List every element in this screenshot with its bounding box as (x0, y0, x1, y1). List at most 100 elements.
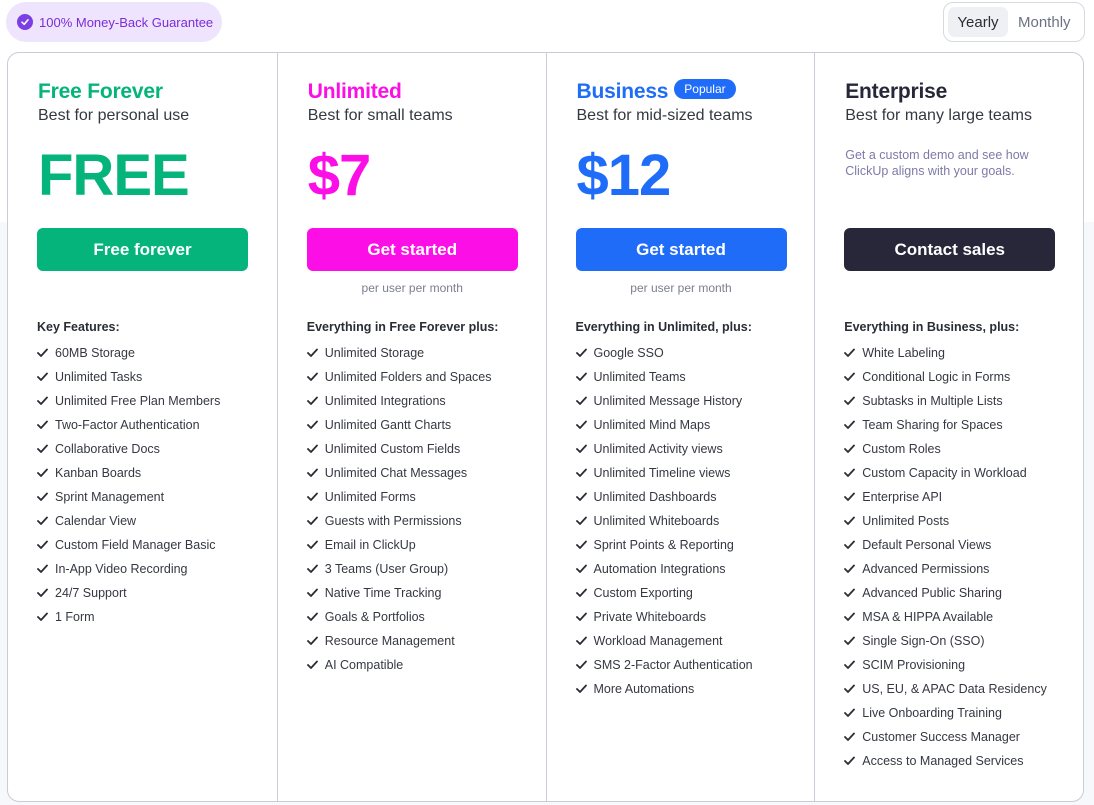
checkmark-icon (306, 413, 325, 437)
checkmark-icon (844, 581, 862, 605)
contact-sales-button[interactable]: Contact sales (844, 228, 1056, 271)
enterprise-description: Get a custom demo and see how ClickUp al… (845, 148, 1029, 178)
features-title: Key Features: (37, 320, 120, 334)
toggle-monthly[interactable]: Monthly (1010, 7, 1079, 37)
feature-label: Conditional Logic in Forms (862, 370, 1011, 384)
feature-label: Resource Management (324, 634, 455, 648)
checkmark-icon (575, 557, 594, 581)
feature-label: 1 Form (55, 610, 95, 624)
feature-item: Unlimited Mind Maps (575, 413, 806, 437)
toggle-yearly[interactable]: Yearly (948, 7, 1008, 37)
feature-item: Customer Success Manager (844, 725, 1074, 749)
checkmark-icon (37, 341, 55, 365)
feature-item: AI Compatible (306, 653, 537, 677)
feature-item: Two-Factor Authentication (37, 413, 267, 437)
feature-label: Collaborative Docs (55, 442, 160, 456)
feature-label: Unlimited Mind Maps (593, 418, 711, 432)
feature-item: Unlimited Teams (575, 365, 806, 389)
feature-item: Enterprise API (844, 485, 1074, 509)
get-started-button[interactable]: Get started (575, 228, 787, 271)
checkmark-icon (37, 605, 55, 629)
feature-item: Unlimited Integrations (306, 389, 537, 413)
feature-label: MSA & HIPPA Available (862, 610, 994, 624)
free-forever-button[interactable]: Free forever (37, 228, 248, 271)
plan-price: $7 (307, 143, 372, 208)
feature-label: Sprint Management (55, 490, 165, 504)
checkmark-icon (844, 365, 862, 389)
plan-name: Enterprise (845, 80, 948, 103)
feature-label: SMS 2-Factor Authentication (593, 658, 753, 672)
feature-item: SMS 2-Factor Authentication (575, 653, 806, 677)
checkmark-icon (575, 461, 594, 485)
checkmark-icon (575, 605, 594, 629)
feature-item: Custom Exporting (575, 581, 806, 605)
feature-label: Google SSO (593, 346, 664, 360)
feature-label: Unlimited Custom Fields (324, 442, 461, 456)
feature-label: Unlimited Free Plan Members (55, 394, 221, 408)
feature-item: US, EU, & APAC Data Residency (844, 677, 1074, 701)
feature-list: Everything in Business, plus: White Labe… (844, 320, 1074, 773)
feature-label: Unlimited Tasks (55, 370, 143, 384)
feature-item: Team Sharing for Spaces (844, 413, 1074, 437)
feature-item: Unlimited Whiteboards (575, 509, 806, 533)
checkmark-icon (844, 557, 862, 581)
checkmark-icon (844, 749, 862, 773)
plan-name: Business (576, 80, 669, 103)
feature-label: Email in ClickUp (324, 538, 416, 552)
feature-label: Custom Capacity in Workload (862, 466, 1027, 480)
checkmark-icon (575, 389, 594, 413)
feature-item: Unlimited Gantt Charts (306, 413, 537, 437)
feature-item: Custom Field Manager Basic (37, 533, 267, 557)
checkmark-icon (37, 437, 55, 461)
feature-item: 24/7 Support (37, 581, 267, 605)
feature-item: Email in ClickUp (306, 533, 537, 557)
feature-label: SCIM Provisioning (862, 658, 966, 672)
feature-item: Unlimited Dashboards (575, 485, 806, 509)
checkmark-icon (575, 413, 594, 437)
feature-item: Conditional Logic in Forms (844, 365, 1074, 389)
feature-label: US, EU, & APAC Data Residency (862, 682, 1047, 696)
checkmark-icon (37, 557, 55, 581)
checkmark-icon (575, 629, 594, 653)
feature-item: Workload Management (575, 629, 806, 653)
plan-subtitle: Best for many large teams (845, 107, 1032, 124)
feature-item: Unlimited Chat Messages (306, 461, 537, 485)
checkmark-icon (844, 389, 862, 413)
checkmark-icon (306, 365, 325, 389)
checkmark-icon (844, 461, 862, 485)
feature-item: Unlimited Custom Fields (306, 437, 537, 461)
feature-label: Live Onboarding Training (862, 706, 1002, 720)
feature-item: Live Onboarding Training (844, 701, 1074, 725)
feature-item: In-App Video Recording (37, 557, 267, 581)
feature-label: Custom Field Manager Basic (55, 538, 216, 552)
plan-free-forever: Free Forever Best for personal use FREE … (8, 53, 277, 801)
features-title: Everything in Business, plus: (844, 320, 1020, 334)
checkmark-icon (844, 509, 862, 533)
checkmark-icon (306, 341, 325, 365)
feature-item: Unlimited Activity views (575, 437, 806, 461)
check-circle-icon (17, 14, 33, 30)
pricing-plans: Free Forever Best for personal use FREE … (7, 52, 1084, 802)
feature-label: Unlimited Storage (324, 346, 425, 360)
feature-label: Private Whiteboards (593, 610, 707, 624)
checkmark-icon (844, 485, 862, 509)
feature-label: In-App Video Recording (55, 562, 188, 576)
checkmark-icon (575, 341, 594, 365)
popular-badge: Popular (674, 79, 736, 99)
plan-price: FREE (38, 143, 190, 208)
get-started-button[interactable]: Get started (306, 228, 518, 271)
feature-label: Custom Roles (862, 442, 941, 456)
feature-item: Custom Capacity in Workload (844, 461, 1074, 485)
feature-item: Unlimited Timeline views (575, 461, 806, 485)
plan-unlimited: Unlimited Best for small teams $7 Get st… (276, 53, 546, 801)
billing-period-toggle[interactable]: Yearly Monthly (943, 2, 1085, 42)
feature-label: Unlimited Dashboards (593, 490, 717, 504)
feature-label: Workload Management (593, 634, 723, 648)
checkmark-icon (575, 581, 594, 605)
checkmark-icon (844, 533, 862, 557)
feature-item: Kanban Boards (37, 461, 267, 485)
feature-label: Access to Managed Services (862, 754, 1024, 768)
checkmark-icon (844, 653, 862, 677)
checkmark-icon (575, 365, 594, 389)
feature-label: More Automations (593, 682, 695, 696)
